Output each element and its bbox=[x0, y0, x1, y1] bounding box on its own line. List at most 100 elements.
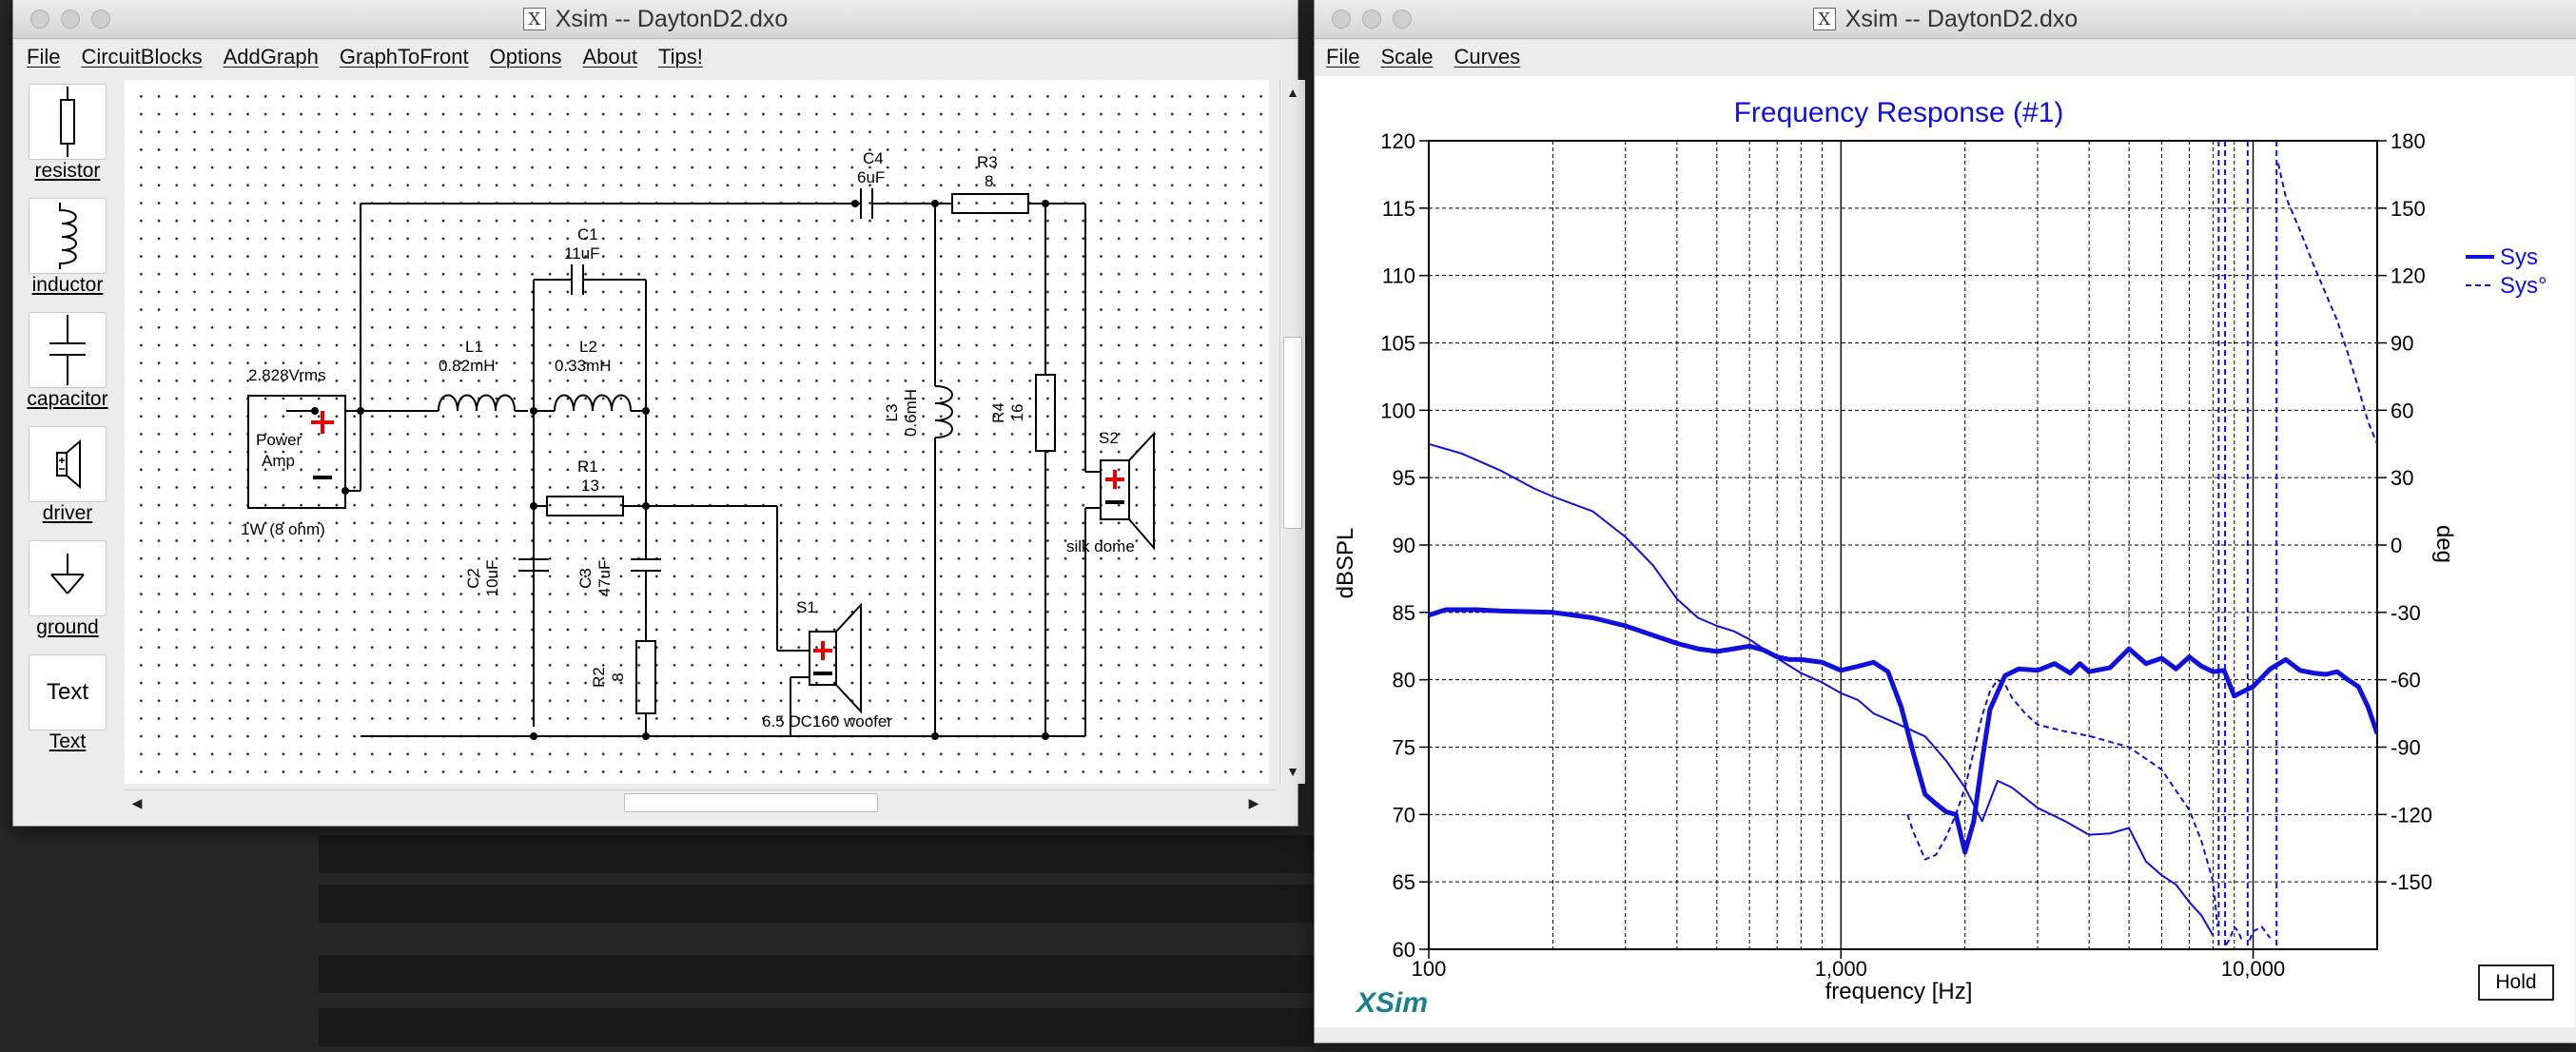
y2-tick-label: 30 bbox=[2391, 466, 2413, 490]
junction-dot bbox=[1042, 200, 1049, 207]
component-value-label: 10uF bbox=[483, 560, 501, 597]
text-icon[interactable]: Text bbox=[29, 654, 107, 731]
titlebar[interactable]: X Xsim -- DaytonD2.dxo bbox=[13, 0, 1298, 39]
resistor-r2 bbox=[635, 640, 656, 714]
y-axis-label: dBSPL bbox=[1333, 528, 1358, 599]
y2-tick-label: 180 bbox=[2391, 129, 2426, 153]
vertical-scroll-thumb[interactable] bbox=[1283, 337, 1302, 529]
y-tick-label: 115 bbox=[1382, 197, 1415, 221]
y-tick-label: 80 bbox=[1393, 669, 1415, 692]
palette-label[interactable]: ground bbox=[17, 616, 118, 639]
frequency-response-chart[interactable]: Frequency Response (#1) frequency [Hz] d… bbox=[1315, 76, 2575, 1027]
component-value-label: 13 bbox=[581, 477, 599, 495]
schematic-window: X Xsim -- DaytonD2.dxo File CircuitBlock… bbox=[13, 0, 1305, 826]
component-ref-label: C4 bbox=[863, 149, 884, 167]
y2-tick-label: -30 bbox=[2391, 601, 2421, 625]
palette-item-driver[interactable]: driver bbox=[17, 422, 118, 536]
inductor-l1 bbox=[438, 394, 516, 412]
y-tick-label: 95 bbox=[1393, 466, 1415, 490]
vertical-scrollbar[interactable]: ▲ ▼ bbox=[1279, 80, 1305, 784]
junction-dot bbox=[530, 732, 537, 740]
menu-graphtofront[interactable]: GraphToFront bbox=[340, 45, 469, 69]
palette-label[interactable]: driver bbox=[17, 502, 118, 525]
component-ref-label: R1 bbox=[577, 458, 598, 476]
palette-item-text[interactable]: Text Text bbox=[17, 651, 118, 765]
capacitor-icon[interactable] bbox=[29, 312, 107, 388]
y-tick-label: 100 bbox=[1380, 399, 1415, 422]
junction-dot bbox=[530, 502, 537, 510]
y2-tick-label: 60 bbox=[2391, 399, 2413, 422]
scroll-up-icon[interactable]: ▲ bbox=[1280, 80, 1305, 105]
junction-dot bbox=[311, 407, 319, 415]
source-voltage-label: 2.828Vrms bbox=[248, 366, 326, 384]
driver-s1 bbox=[835, 602, 862, 714]
component-ref-label: L2 bbox=[579, 338, 597, 356]
junction-dot bbox=[342, 487, 349, 495]
y-tick-label: 70 bbox=[1393, 803, 1415, 827]
component-ref-label: R3 bbox=[977, 153, 998, 171]
series-line-sys bbox=[1429, 607, 2377, 855]
y-tick-label: 85 bbox=[1393, 601, 1415, 625]
menu-circuitblocks[interactable]: CircuitBlocks bbox=[81, 45, 202, 69]
palette-item-capacitor[interactable]: capacitor bbox=[17, 308, 118, 422]
driver-s2 bbox=[1100, 459, 1130, 520]
y2-tick-label: -90 bbox=[2391, 736, 2421, 760]
scroll-right-icon[interactable]: ▶ bbox=[1241, 790, 1266, 815]
junction-dot bbox=[530, 407, 537, 415]
scroll-down-icon[interactable]: ▼ bbox=[1280, 759, 1305, 784]
legend-label: Sys° bbox=[2500, 273, 2547, 299]
palette-label[interactable]: inductor bbox=[17, 274, 118, 297]
resistor-icon[interactable] bbox=[29, 84, 107, 160]
palette-item-inductor[interactable]: inductor bbox=[17, 194, 118, 308]
palette-item-resistor[interactable]: resistor bbox=[17, 80, 118, 194]
series-line-excursion bbox=[1429, 442, 2215, 937]
y2-tick-label: 150 bbox=[2391, 197, 2426, 221]
y-tick-label: 110 bbox=[1382, 264, 1415, 288]
component-ref-label: L1 bbox=[465, 338, 483, 356]
horizontal-scroll-thumb[interactable] bbox=[624, 793, 878, 812]
palette-item-ground[interactable]: ground bbox=[17, 536, 118, 651]
component-value-label: 47uF bbox=[595, 560, 614, 597]
menu-options[interactable]: Options bbox=[490, 45, 562, 69]
component-ref-label: C1 bbox=[577, 225, 598, 244]
scroll-left-icon[interactable]: ◀ bbox=[125, 790, 149, 815]
background-stripe bbox=[319, 885, 1316, 923]
y2-tick-label: 120 bbox=[2391, 264, 2426, 288]
menu-scale[interactable]: Scale bbox=[1380, 45, 1433, 69]
source-power-label: 1W (8 ohm) bbox=[241, 520, 325, 538]
driver-s2 bbox=[1128, 431, 1155, 551]
circuit-diagram: 2.828Vrms Power Amp 1W (8 ohm) L1 0.82mH… bbox=[241, 149, 1155, 740]
plot-panel: Frequency Response (#1) frequency [Hz] d… bbox=[1315, 76, 2575, 1027]
resistor-r1 bbox=[546, 496, 624, 516]
component-value-label: 6uF bbox=[857, 168, 885, 186]
y-tick-label: 75 bbox=[1393, 736, 1415, 760]
component-value-label: 0.33mH bbox=[555, 357, 612, 375]
component-value-label: 8 bbox=[985, 172, 993, 190]
window-title: Xsim -- DaytonD2.dxo bbox=[1844, 5, 2078, 32]
background-stripe bbox=[319, 955, 1316, 993]
driver-name-label: 6.5 DC160 woofer bbox=[762, 712, 892, 731]
menu-curves[interactable]: Curves bbox=[1454, 45, 1521, 69]
palette-label[interactable]: capacitor bbox=[17, 388, 118, 411]
junction-dot bbox=[931, 732, 939, 740]
schematic-canvas[interactable]: 2.828Vrms Power Amp 1W (8 ohm) L1 0.82mH… bbox=[125, 80, 1269, 784]
y2-tick-label: 0 bbox=[2391, 534, 2402, 557]
titlebar[interactable]: X Xsim -- DaytonD2.dxo bbox=[1315, 0, 2576, 39]
graph-window: X Xsim -- DaytonD2.dxo File Scale Curves… bbox=[1315, 0, 2576, 1042]
y-tick-label: 105 bbox=[1380, 332, 1415, 356]
menu-file[interactable]: File bbox=[27, 45, 60, 69]
legend-label: Sys bbox=[2500, 244, 2538, 270]
palette-label[interactable]: Text bbox=[17, 731, 118, 753]
ground-icon[interactable] bbox=[29, 540, 107, 616]
horizontal-scrollbar[interactable]: ◀ ▶ bbox=[125, 789, 1276, 815]
speaker-icon[interactable] bbox=[29, 426, 107, 502]
inductor-icon[interactable] bbox=[29, 198, 107, 274]
menu-tips[interactable]: Tips! bbox=[658, 45, 703, 69]
junction-dot bbox=[642, 732, 650, 740]
hold-button[interactable]: Hold bbox=[2478, 964, 2554, 1001]
menu-file[interactable]: File bbox=[1326, 45, 1359, 69]
palette-label[interactable]: resistor bbox=[17, 160, 118, 183]
window-title: Xsim -- DaytonD2.dxo bbox=[555, 5, 789, 32]
menu-about[interactable]: About bbox=[582, 45, 637, 69]
menu-addgraph[interactable]: AddGraph bbox=[224, 45, 319, 69]
